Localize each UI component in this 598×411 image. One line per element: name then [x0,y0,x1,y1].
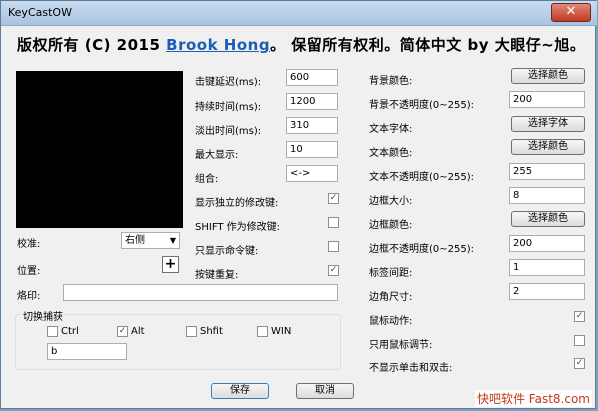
site-watermark: 快吧软件 Fast8.com [474,390,592,407]
text-opacity-input[interactable]: 255 [509,163,585,180]
position-plus-button[interactable]: + [162,256,179,273]
delay-label: 击键延迟(ms): [195,77,262,88]
corner-input[interactable]: 2 [509,283,585,300]
copyright-suffix: 。 保留所有权利。简体中文 by 大眼仔~旭。 [270,36,586,54]
ctrl-checkbox[interactable] [47,326,58,337]
mouse-action-label: 鼠标动作: [369,316,413,327]
imprint-input[interactable] [63,284,338,301]
bg-opacity-input[interactable]: 200 [509,91,585,108]
imprint-label: 烙印: [17,291,41,302]
bg-opacity-label: 背景不透明度(0~255): [369,100,474,111]
preview-area [16,71,183,228]
duration-label: 持续时间(ms): [195,102,262,113]
win-checkbox[interactable] [257,326,268,337]
text-color-button[interactable]: 选择颜色 [511,139,585,155]
text-opacity-label: 文本不透明度(0~255): [369,172,474,183]
tag-gap-input[interactable]: 1 [509,259,585,276]
copyright-headline: 版权所有 (C) 2015 Brook Hong。 保留所有权利。简体中文 by… [17,34,585,55]
delay-input[interactable]: 600 [286,69,338,86]
corner-label: 边角尺寸: [369,292,413,303]
show-mod-label: 显示独立的修改键: [195,198,279,209]
maxshow-input[interactable]: 10 [286,141,338,158]
close-icon: ✕ [565,4,577,19]
alt-label: Alt [131,326,145,337]
fadeout-input[interactable]: 310 [286,117,338,134]
combo-input[interactable]: <-> [286,165,338,182]
border-color-label: 边框颜色: [369,220,413,231]
dialog-window: KeyCastOW ✕ 版权所有 (C) 2015 Brook Hong。 保留… [0,0,597,409]
mouse-action-checkbox[interactable]: ✓ [574,311,585,322]
no-click-checkbox[interactable]: ✓ [574,358,585,369]
tag-gap-label: 标签间距: [369,268,413,279]
alignment-value: 右侧 [125,235,145,246]
ctrl-label: Ctrl [61,326,79,337]
capture-key-input[interactable]: b [47,343,127,360]
shift-checkbox[interactable] [186,326,197,337]
close-button[interactable]: ✕ [551,3,591,22]
mouse-adjust-checkbox[interactable] [574,335,585,346]
bg-color-label: 背景颜色: [369,76,413,87]
copyright-prefix: 版权所有 (C) 2015 [17,36,167,54]
maxshow-label: 最大显示: [195,150,239,161]
border-opacity-label: 边框不透明度(0~255): [369,244,474,255]
win-label: WIN [271,326,292,337]
cmd-only-label: 只显示命令键: [195,246,259,257]
alignment-label: 校准: [17,239,41,250]
plus-icon: + [164,256,177,272]
combo-label: 组合: [195,174,219,185]
repeat-label: 按键重复: [195,270,239,281]
fadeout-label: 淡出时间(ms): [195,126,262,137]
shift-mod-label: SHIFT 作为修改键: [195,222,281,233]
show-mod-checkbox[interactable]: ✓ [328,193,339,204]
border-size-input[interactable]: 8 [509,187,585,204]
shift-mod-checkbox[interactable] [328,217,339,228]
cmd-only-checkbox[interactable] [328,241,339,252]
bg-color-button[interactable]: 选择颜色 [511,68,585,84]
cancel-button[interactable]: 取消 [296,383,354,399]
duration-input[interactable]: 1200 [286,93,338,110]
alignment-select[interactable]: 右侧 ▼ [121,232,180,249]
author-link[interactable]: Brook Hong [166,36,270,54]
font-label: 文本字体: [369,124,413,135]
capture-group-title: 切换捕获 [21,308,65,323]
alt-checkbox[interactable]: ✓ [117,326,128,337]
border-size-label: 边框大小: [369,196,413,207]
border-opacity-input[interactable]: 200 [509,235,585,252]
chevron-down-icon: ▼ [169,236,176,245]
text-color-label: 文本颜色: [369,148,413,159]
mouse-adjust-label: 只用鼠标调节: [369,340,433,351]
font-button[interactable]: 选择字体 [511,116,585,132]
no-click-label: 不显示单击和双击: [369,363,453,374]
title-bar[interactable]: KeyCastOW ✕ [1,1,597,26]
window-title: KeyCastOW [8,6,72,19]
shift-label: Shfit [200,326,223,337]
repeat-checkbox[interactable]: ✓ [328,265,339,276]
border-color-button[interactable]: 选择颜色 [511,211,585,227]
dialog-client: 版权所有 (C) 2015 Brook Hong。 保留所有权利。简体中文 by… [7,26,591,404]
position-label: 位置: [17,266,41,277]
save-button[interactable]: 保存 [211,383,269,399]
